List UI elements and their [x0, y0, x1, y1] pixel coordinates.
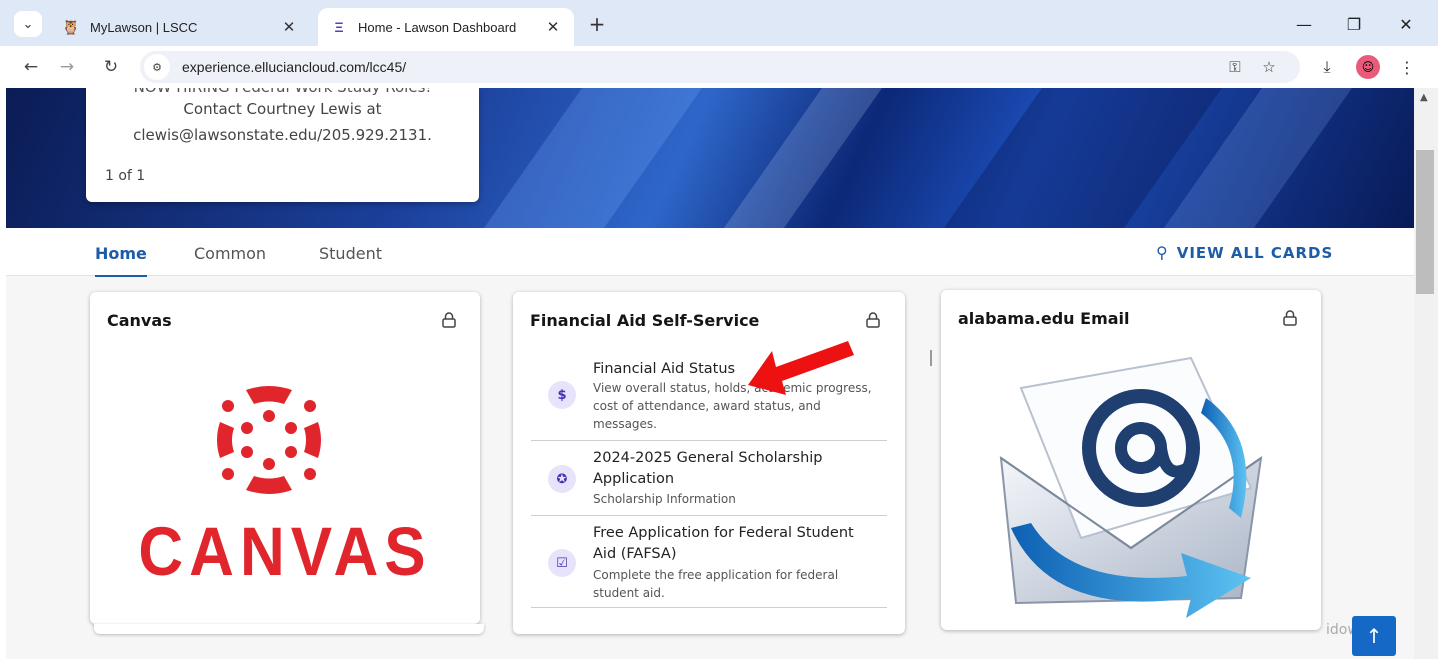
browser-tab-dashboard[interactable]: Ξ Home - Lawson Dashboard ✕: [318, 8, 574, 46]
dashboard-tabs: Home Common Student ⚲ VIEW ALL CARDS: [6, 228, 1414, 277]
lock-icon[interactable]: [1281, 309, 1299, 327]
scroll-up-icon[interactable]: ▲: [1420, 92, 1428, 103]
dollar-icon: $: [548, 381, 576, 409]
link-description: Scholarship Information: [593, 492, 736, 506]
email-card[interactable]: alabama.edu Email: [941, 290, 1321, 630]
tab-common[interactable]: Common: [194, 244, 266, 263]
canvas-wordmark: CANVAS: [138, 514, 432, 591]
email-envelope-icon: [999, 356, 1263, 618]
view-all-cards-button[interactable]: ⚲ VIEW ALL CARDS: [1156, 243, 1333, 262]
tab-title: MyLawson | LSCC: [90, 19, 198, 35]
download-icon: ⤓: [1323, 57, 1331, 76]
downloads-button[interactable]: ⤓: [1314, 55, 1340, 79]
canvas-card[interactable]: Canvas CANVAS: [90, 292, 480, 624]
lock-icon[interactable]: [440, 311, 458, 329]
tab-search-button[interactable]: ⌄: [14, 11, 42, 37]
avatar-icon: ☺: [1361, 60, 1375, 74]
browser-toolbar: ← → ↻ ⚙ experience.elluciancloud.com/lcc…: [0, 46, 1438, 88]
tab-home[interactable]: Home: [95, 244, 147, 277]
page-viewport: NOW HIRING Federal Work Study Roles! Con…: [6, 88, 1414, 659]
announcement-line-1: Contact Courtney Lewis at: [183, 100, 382, 118]
browser-menu-button[interactable]: ⋮: [1394, 55, 1420, 79]
fafsa-link[interactable]: ☑ Free Application for Federal Student A…: [531, 516, 887, 608]
close-window-button[interactable]: ✕: [1392, 12, 1420, 36]
back-to-top-button[interactable]: ↑: [1352, 616, 1396, 656]
minimize-button[interactable]: —: [1290, 12, 1318, 36]
site-info-icon[interactable]: ⚙: [144, 54, 170, 80]
card-title: Canvas: [107, 311, 172, 330]
profile-avatar[interactable]: ☺: [1356, 55, 1380, 79]
arrow-up-icon: ↑: [1365, 624, 1383, 648]
card-title: Financial Aid Self-Service: [530, 311, 760, 330]
view-all-label: VIEW ALL CARDS: [1176, 243, 1334, 262]
arrow-left-icon: ←: [23, 57, 39, 77]
browser-tab-mylawson[interactable]: 🦉 MyLawson | LSCC ✕: [52, 8, 310, 46]
forward-button[interactable]: →: [54, 55, 80, 79]
url-text: experience.elluciancloud.com/lcc45/: [182, 59, 407, 75]
chevron-down-icon: ⌄: [22, 16, 34, 32]
close-tab-icon[interactable]: ✕: [278, 16, 300, 38]
address-bar[interactable]: ⚙ experience.elluciancloud.com/lcc45/ ⚿ …: [140, 51, 1300, 83]
kebab-menu-icon: ⋮: [1399, 57, 1415, 77]
announcement-card: NOW HIRING Federal Work Study Roles! Con…: [86, 88, 479, 202]
link-title: 2024-2025 General Scholarship Applicatio…: [593, 450, 823, 487]
bookmark-star-icon[interactable]: ☆: [1258, 57, 1280, 77]
announcement-clipped-line: NOW HIRING Federal Work Study Roles!: [86, 88, 479, 96]
tab-title: Home - Lawson Dashboard: [358, 19, 517, 35]
password-key-icon[interactable]: ⚿: [1224, 57, 1246, 77]
red-arrow-annotation-icon: [748, 341, 854, 395]
announcement-line-2[interactable]: clewis@lawsonstate.edu/205.929.2131.: [86, 126, 479, 144]
card-title: alabama.edu Email: [958, 309, 1130, 328]
arrow-right-icon: →: [59, 57, 75, 77]
canvas-logo-icon: [217, 386, 321, 494]
back-button[interactable]: ←: [18, 55, 44, 79]
link-title: Free Application for Federal Student Aid…: [593, 525, 854, 562]
announcement-pager: 1 of 1: [105, 168, 146, 184]
reload-button[interactable]: ↻: [98, 55, 124, 79]
reload-icon: ↻: [103, 57, 119, 77]
scholarship-application-link[interactable]: ✪ 2024-2025 General Scholarship Applicat…: [531, 441, 887, 516]
clipboard-check-icon: ☑: [548, 549, 576, 577]
search-icon: ⚲: [1156, 243, 1169, 262]
new-tab-button[interactable]: +: [586, 12, 608, 36]
restore-button[interactable]: ❐: [1340, 12, 1368, 36]
lock-icon[interactable]: [864, 311, 882, 329]
divider: [930, 350, 932, 366]
award-icon: ✪: [548, 465, 576, 493]
browser-tab-strip: ⌄ 🦉 MyLawson | LSCC ✕ Ξ Home - Lawson Da…: [0, 0, 1438, 46]
link-description: Complete the free application for federa…: [593, 568, 839, 600]
close-tab-icon[interactable]: ✕: [542, 16, 564, 38]
stacked-card-edge: [94, 624, 484, 634]
owl-favicon-icon: 🦉: [62, 18, 80, 35]
scrollbar-thumb[interactable]: [1416, 150, 1434, 294]
tab-student[interactable]: Student: [319, 244, 382, 263]
page-scrollbar[interactable]: ▲: [1414, 88, 1438, 659]
dashboard-favicon-icon: Ξ: [334, 19, 344, 35]
